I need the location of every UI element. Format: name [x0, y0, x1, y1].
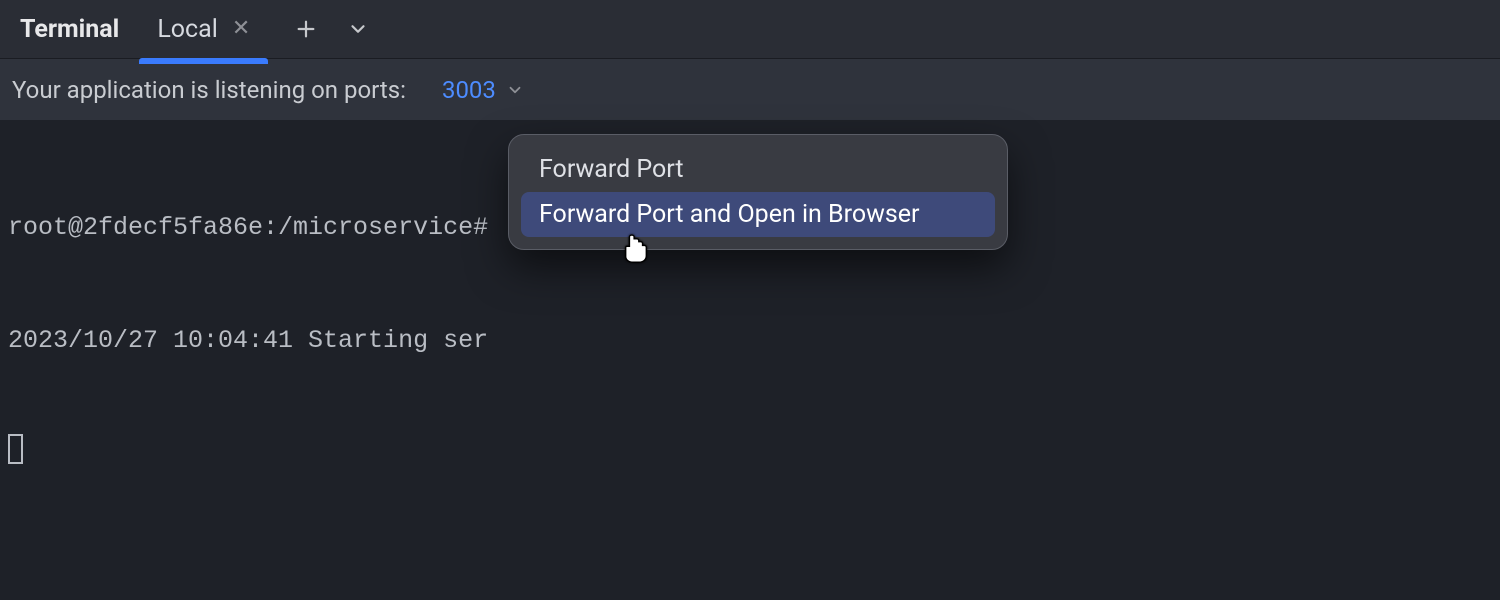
new-tab-button[interactable]	[294, 17, 318, 41]
panel-title: Terminal	[8, 0, 131, 58]
ports-bar: Your application is listening on ports: …	[0, 58, 1500, 120]
terminal-line: 2023/10/27 10:04:41 Starting ser	[8, 322, 1492, 360]
menu-item-forward-port[interactable]: Forward Port	[521, 147, 995, 192]
menu-item-forward-port-open-browser[interactable]: Forward Port and Open in Browser	[521, 192, 995, 237]
close-tab-icon[interactable]: ✕	[232, 18, 250, 40]
terminal-cursor	[8, 434, 23, 464]
tab-actions	[276, 17, 370, 41]
plus-icon	[295, 18, 317, 40]
chevron-down-icon	[347, 18, 369, 40]
port-dropdown[interactable]: 3003	[442, 76, 524, 104]
port-number: 3003	[442, 76, 496, 104]
port-context-menu: Forward Port Forward Port and Open in Br…	[508, 134, 1008, 250]
terminal-tab-bar: Terminal Local ✕	[0, 0, 1500, 58]
menu-item-label: Forward Port and Open in Browser	[539, 200, 920, 229]
panel-title-text: Terminal	[20, 15, 119, 44]
tab-label: Local	[157, 15, 218, 44]
chevron-down-icon	[506, 81, 524, 99]
ports-label: Your application is listening on ports:	[12, 76, 406, 104]
menu-item-label: Forward Port	[539, 155, 684, 184]
tab-options-button[interactable]	[346, 17, 370, 41]
terminal-cursor-line	[8, 434, 1492, 473]
tab-local[interactable]: Local ✕	[139, 0, 268, 58]
